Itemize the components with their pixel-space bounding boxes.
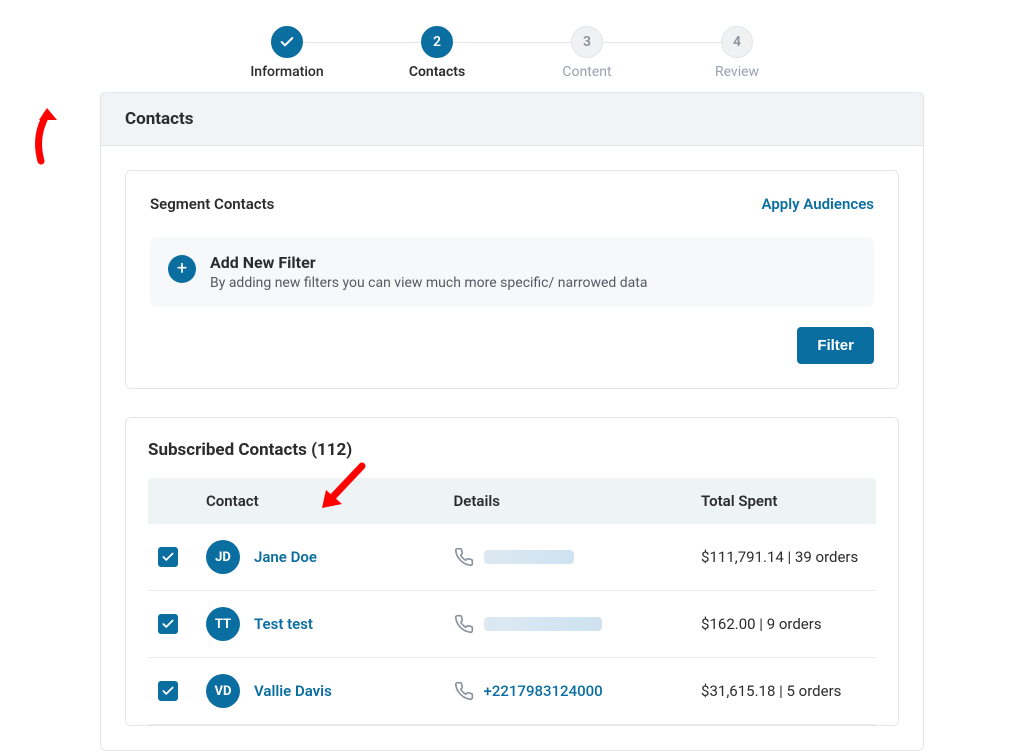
- phone-icon: [454, 681, 474, 701]
- step-contacts[interactable]: 2 Contacts: [362, 26, 512, 80]
- table-header-row: Contact Details Total Spent: [148, 478, 876, 524]
- contact-name-link[interactable]: Test test: [254, 615, 313, 633]
- step-content[interactable]: 3 Content: [512, 26, 662, 80]
- plus-icon[interactable]: +: [168, 255, 196, 283]
- step-information[interactable]: Information: [212, 26, 362, 80]
- phone-redacted: [484, 550, 574, 564]
- step-number: 2: [421, 26, 453, 58]
- phone-icon: [454, 614, 474, 634]
- subscribed-contacts-title: Subscribed Contacts (112): [148, 440, 876, 460]
- avatar: VD: [206, 674, 240, 708]
- contact-checkbox[interactable]: [158, 681, 178, 701]
- step-review[interactable]: 4 Review: [662, 26, 812, 80]
- add-filter-description: By adding new filters you can view much …: [210, 275, 647, 291]
- avatar: JD: [206, 540, 240, 574]
- page-body: Segment Contacts Apply Audiences + Add N…: [101, 146, 923, 750]
- table-row: JD Jane Doe $111,791.14 | 39 orders: [148, 524, 876, 591]
- contact-checkbox[interactable]: [158, 547, 178, 567]
- column-details: Details: [444, 478, 692, 524]
- contact-name-link[interactable]: Jane Doe: [254, 548, 317, 566]
- step-label: Content: [562, 64, 611, 80]
- contacts-table: Contact Details Total Spent: [148, 478, 876, 725]
- column-contact: Contact: [196, 478, 444, 524]
- avatar: TT: [206, 607, 240, 641]
- contact-checkbox[interactable]: [158, 614, 178, 634]
- total-spent-cell: $162.00 | 9 orders: [691, 591, 876, 658]
- segment-contacts-panel: Segment Contacts Apply Audiences + Add N…: [125, 170, 899, 389]
- segment-contacts-title: Segment Contacts: [150, 195, 274, 213]
- filter-button[interactable]: Filter: [797, 327, 874, 364]
- phone-link[interactable]: +2217983124000: [484, 682, 603, 700]
- contact-name-link[interactable]: Vallie Davis: [254, 682, 332, 700]
- check-icon: [271, 26, 303, 58]
- phone-redacted: [484, 617, 602, 631]
- add-filter-title: Add New Filter: [210, 253, 647, 272]
- phone-icon: [454, 547, 474, 567]
- total-spent-cell: $111,791.14 | 39 orders: [691, 524, 876, 591]
- page-title: Contacts: [101, 93, 923, 146]
- table-row: VD Vallie Davis +2217983124000 $31,615.1: [148, 658, 876, 725]
- total-spent-cell: $31,615.18 | 5 orders: [691, 658, 876, 725]
- step-label: Contacts: [409, 64, 465, 80]
- column-total-spent: Total Spent: [691, 478, 876, 524]
- add-filter-row[interactable]: + Add New Filter By adding new filters y…: [150, 237, 874, 307]
- subscribed-contacts-panel: Subscribed Contacts (112) Contact Detail…: [125, 417, 899, 726]
- step-number: 4: [721, 26, 753, 58]
- apply-audiences-link[interactable]: Apply Audiences: [762, 195, 874, 213]
- step-number: 3: [571, 26, 603, 58]
- step-label: Review: [715, 64, 759, 80]
- table-row: TT Test test $162.00 | 9 orders: [148, 591, 876, 658]
- contacts-page: Contacts Segment Contacts Apply Audience…: [100, 92, 924, 751]
- wizard-stepper: Information 2 Contacts 3 Content 4 Revie…: [0, 0, 1024, 92]
- step-label: Information: [250, 64, 323, 80]
